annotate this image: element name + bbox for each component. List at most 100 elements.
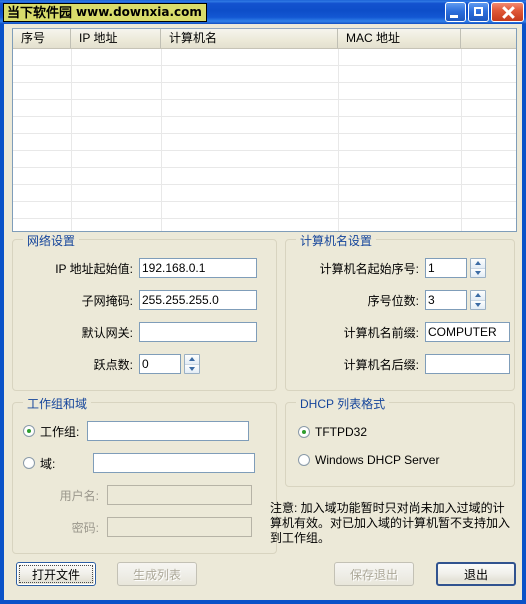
domain-input[interactable] — [93, 453, 255, 473]
workgroup-domain-group: 工作组和域 工作组: 域: 用户名: 密码: — [12, 395, 277, 554]
dhcp-option-windows-server-label: Windows DHCP Server — [315, 453, 440, 467]
column-header-mac[interactable]: MAC 地址 — [338, 29, 461, 48]
gateway-label: 默认网关: — [81, 325, 133, 340]
start-index-stepper[interactable] — [470, 258, 486, 278]
maximize-icon — [474, 7, 483, 16]
list-body[interactable] — [13, 49, 516, 231]
table-row[interactable] — [13, 219, 516, 231]
workgroup-domain-title: 工作组和域 — [23, 395, 92, 412]
watermark-site-url: www.downxia.com — [76, 4, 202, 19]
watermark-site-name: 当下软件园 — [7, 4, 73, 20]
chevron-up-icon — [475, 293, 481, 298]
computer-name-settings-group: 计算机名设置 计算机名起始序号: 序号位数: — [285, 232, 515, 391]
start-index-label: 计算机名起始序号: — [319, 261, 419, 276]
table-row[interactable] — [13, 185, 516, 202]
digits-label: 序号位数: — [367, 293, 419, 308]
exit-button[interactable]: 退出 — [436, 562, 516, 586]
subnet-mask-input[interactable] — [139, 290, 257, 310]
radio-selected-icon — [23, 425, 35, 437]
grid-line-3 — [338, 49, 339, 231]
workgroup-radio-label: 工作组: — [40, 424, 80, 439]
grid-line-2 — [161, 49, 162, 231]
dhcp-option-tftpd32-label: TFTPD32 — [315, 425, 368, 439]
dhcp-format-title: DHCP 列表格式 — [296, 395, 390, 412]
metric-stepper[interactable] — [184, 354, 200, 374]
generate-list-button-label: 生成列表 — [132, 567, 181, 582]
start-index-input[interactable] — [425, 258, 467, 278]
prefix-input[interactable] — [425, 322, 510, 342]
client-area: 序号 IP 地址 计算机名 MAC 地址 网络设置 IP 地址起始值: 192.… — [4, 24, 522, 600]
username-input[interactable] — [107, 485, 252, 505]
metric-label: 跃点数: — [93, 357, 133, 372]
domain-radio-label: 域: — [40, 456, 56, 471]
grid-line-4 — [461, 49, 462, 231]
prefix-label: 计算机名前缀: — [343, 325, 419, 340]
open-file-button[interactable]: 打开文件 — [16, 562, 96, 586]
username-label: 用户名: — [59, 488, 99, 503]
digits-stepper-up[interactable] — [471, 291, 485, 300]
domain-radio[interactable]: 域: — [23, 455, 85, 472]
table-row[interactable] — [13, 117, 516, 134]
device-list-view[interactable]: 序号 IP 地址 计算机名 MAC 地址 — [12, 28, 517, 232]
column-header-hostname[interactable]: 计算机名 — [161, 29, 338, 48]
metric-input[interactable] — [139, 354, 181, 374]
chevron-down-icon — [189, 366, 195, 371]
table-row[interactable] — [13, 66, 516, 83]
table-row[interactable] — [13, 168, 516, 185]
computer-name-settings-title: 计算机名设置 — [296, 232, 377, 249]
save-exit-button-label: 保存退出 — [349, 567, 398, 582]
table-row[interactable] — [13, 151, 516, 168]
metric-stepper-down[interactable] — [185, 363, 199, 373]
radio-unselected-icon — [298, 454, 310, 466]
password-input[interactable] — [107, 517, 252, 537]
workgroup-radio[interactable]: 工作组: — [23, 423, 79, 440]
radio-unselected-icon — [23, 457, 35, 469]
table-row[interactable] — [13, 202, 516, 219]
table-row[interactable] — [13, 134, 516, 151]
chevron-up-icon — [189, 357, 195, 362]
generate-list-button[interactable]: 生成列表 — [117, 562, 197, 586]
radio-selected-icon — [298, 426, 310, 438]
digits-stepper[interactable] — [470, 290, 486, 310]
domain-note-text: 注意: 加入域功能暂时只对尚未加入过域的计算机有效。对已加入域的计算机暂不支持加… — [270, 501, 511, 545]
title-bar: 当下软件园 www.downxia.com — [0, 0, 526, 24]
network-settings-group: 网络设置 IP 地址起始值: 子网掩码: 默认网关: 跃点数: — [12, 232, 277, 391]
ip-start-input[interactable] — [139, 258, 257, 278]
chevron-down-icon — [475, 270, 481, 275]
password-label: 密码: — [71, 520, 99, 535]
chevron-down-icon — [475, 302, 481, 307]
application-window: 当下软件园 www.downxia.com 序号 IP 地址 计算机名 MAC … — [0, 0, 526, 604]
exit-button-label: 退出 — [463, 567, 488, 582]
column-header-index[interactable]: 序号 — [13, 29, 71, 48]
table-row[interactable] — [13, 83, 516, 100]
column-header-spacer[interactable] — [461, 29, 516, 48]
table-row[interactable] — [13, 100, 516, 117]
dhcp-option-tftpd32[interactable]: TFTPD32 — [298, 425, 367, 439]
maximize-button[interactable] — [468, 2, 489, 22]
metric-stepper-up[interactable] — [185, 355, 199, 364]
dhcp-option-windows-server[interactable]: Windows DHCP Server — [298, 453, 439, 467]
subnet-mask-label: 子网掩码: — [81, 293, 133, 308]
list-header-row: 序号 IP 地址 计算机名 MAC 地址 — [13, 29, 516, 49]
minimize-button[interactable] — [445, 2, 466, 22]
suffix-input[interactable] — [425, 354, 510, 374]
minimize-icon — [450, 15, 458, 18]
start-index-stepper-up[interactable] — [471, 259, 485, 268]
gateway-input[interactable] — [139, 322, 257, 342]
title-watermark: 当下软件园 www.downxia.com — [3, 2, 207, 22]
dhcp-format-group: DHCP 列表格式 TFTPD32 Windows DHCP Server — [285, 395, 515, 487]
close-button[interactable] — [491, 2, 524, 22]
digits-stepper-down[interactable] — [471, 299, 485, 309]
workgroup-input[interactable] — [87, 421, 250, 441]
ip-start-label: IP 地址起始值: — [55, 261, 133, 276]
start-index-stepper-down[interactable] — [471, 267, 485, 277]
save-exit-button[interactable]: 保存退出 — [334, 562, 414, 586]
network-settings-title: 网络设置 — [23, 232, 80, 249]
focus-ring — [19, 565, 93, 583]
digits-input[interactable] — [425, 290, 467, 310]
column-header-ip[interactable]: IP 地址 — [71, 29, 161, 48]
table-row[interactable] — [13, 49, 516, 66]
grid-line-1 — [71, 49, 72, 231]
chevron-up-icon — [475, 261, 481, 266]
suffix-label: 计算机名后缀: — [343, 357, 419, 372]
